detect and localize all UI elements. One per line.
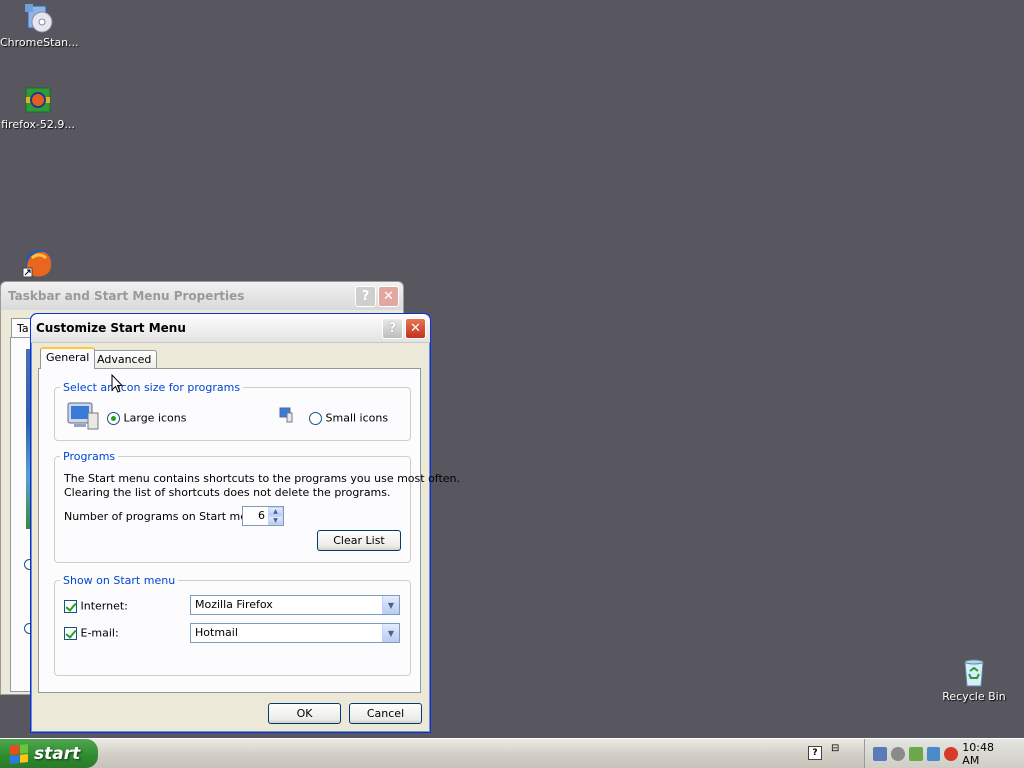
network-status-icon[interactable] (926, 746, 941, 761)
stepper-down-icon[interactable]: ▼ (268, 516, 283, 525)
installer-cd-icon (22, 2, 54, 34)
email-select-value: Hotmail (195, 626, 238, 639)
group-legend: Programs (63, 450, 116, 463)
desktop-icon-recycle-bin[interactable]: Recycle Bin (936, 656, 1012, 703)
desktop-icon-label: firefox-52.9... (1, 118, 75, 131)
dialog-title: Customize Start Menu (36, 321, 186, 335)
small-icons-option[interactable]: Small icons (309, 411, 388, 425)
program-count-value[interactable]: 6 (258, 509, 265, 522)
installer-box-icon (22, 84, 54, 116)
dialog-titlebar[interactable]: Customize Start Menu ? ✕ (31, 314, 430, 343)
tab-advanced[interactable]: Advanced (91, 350, 158, 370)
window-titlebar[interactable]: Taskbar and Start Menu Properties ? ✕ (1, 282, 403, 310)
close-button[interactable]: ✕ (405, 317, 426, 339)
email-label: E-mail: (80, 626, 119, 640)
ok-button[interactable]: OK (268, 703, 341, 724)
internet-checkbox[interactable] (64, 599, 77, 613)
small-icons-label: Small icons (325, 411, 389, 425)
program-count-label: Number of programs on Start menu: (64, 510, 265, 523)
group-legend: Show on Start menu (63, 574, 176, 587)
safely-remove-icon[interactable] (908, 746, 923, 761)
tab-general[interactable]: General (40, 347, 96, 369)
internet-option[interactable]: Internet: (64, 599, 128, 613)
windows-logo-icon (10, 743, 28, 764)
desktop-icon-label: Recycle Bin (942, 690, 1006, 703)
large-icons-radio[interactable] (107, 411, 120, 425)
language-bar-options-icon[interactable]: ⊟ (831, 743, 839, 754)
close-button[interactable]: ✕ (378, 285, 399, 307)
firefox-icon (22, 248, 54, 280)
large-icons-option[interactable]: Large icons (107, 411, 186, 425)
display-icon[interactable] (890, 746, 905, 761)
programs-description-line2: Clearing the list of shortcuts does not … (64, 486, 391, 499)
system-tray: 10:48 AM (864, 739, 1024, 768)
internet-select[interactable]: Mozilla Firefox ▼ (190, 595, 400, 615)
start-button[interactable]: start (0, 739, 98, 768)
email-option[interactable]: E-mail: (64, 626, 119, 640)
chevron-down-icon[interactable]: ▼ (382, 624, 399, 642)
desktop-icon-chromestandalone[interactable]: ChromeStan... (0, 2, 79, 49)
tab-panel-general: Select an icon size for programs Large i… (38, 368, 460, 693)
program-count-stepper[interactable]: 6 ▲ ▼ (242, 506, 284, 526)
desktop-icon-label: ChromeStan... (0, 36, 79, 49)
internet-label: Internet: (80, 599, 128, 613)
email-select[interactable]: Hotmail ▼ (190, 623, 400, 643)
desktop-icon-firefox-installer[interactable]: firefox-52.9... (0, 84, 76, 131)
clear-list-button[interactable]: Clear List (317, 530, 401, 551)
large-icons-label: Large icons (123, 411, 187, 425)
cancel-button[interactable]: Cancel (349, 703, 422, 724)
stepper-up-icon[interactable]: ▲ (268, 507, 283, 516)
large-icons-icon (66, 399, 100, 434)
internet-select-value: Mozilla Firefox (195, 598, 273, 611)
chevron-down-icon[interactable]: ▼ (382, 596, 399, 614)
recycle-bin-icon (958, 656, 990, 688)
start-label: start (34, 743, 81, 764)
small-icons-icon (279, 407, 293, 426)
help-button[interactable]: ? (355, 285, 376, 307)
language-bar-help-icon[interactable]: ? (808, 746, 822, 760)
mouse-cursor-icon (111, 373, 124, 397)
help-button[interactable]: ? (382, 317, 403, 339)
email-checkbox[interactable] (64, 626, 77, 640)
desktop-icon-firefox-shortcut[interactable] (0, 248, 76, 280)
small-icons-radio[interactable] (309, 411, 322, 425)
security-center-icon[interactable] (944, 746, 959, 761)
clock[interactable]: 10:48 AM (962, 741, 1014, 767)
taskbar: start ? ⊟ 10:48 AM (0, 738, 1024, 768)
window-title: Taskbar and Start Menu Properties (8, 289, 245, 303)
programs-description-line1: The Start menu contains shortcuts to the… (64, 472, 461, 485)
customize-start-menu-dialog: Customize Start Menu ? ✕ General Advance… (30, 313, 460, 733)
group-legend: Select an icon size for programs (63, 381, 241, 394)
network-icon[interactable] (873, 746, 887, 761)
